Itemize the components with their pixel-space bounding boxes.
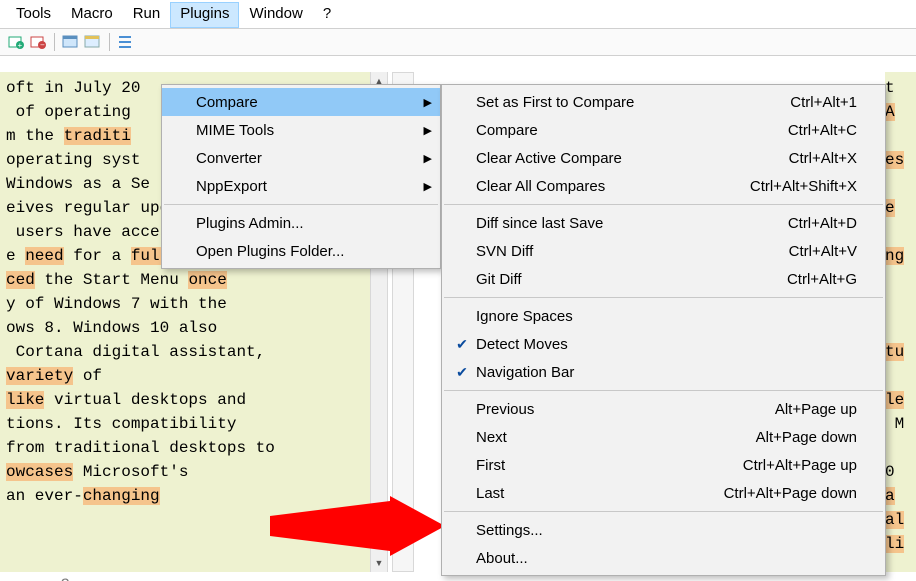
compare-item-first[interactable]: FirstCtrl+Alt+Page up (442, 451, 885, 479)
compare-item-detect-moves[interactable]: ✔Detect Moves (442, 330, 885, 358)
compare-item-git-diff[interactable]: Git DiffCtrl+Alt+G (442, 265, 885, 293)
toolbar-icon-window1[interactable] (61, 32, 81, 52)
menu-macro[interactable]: Macro (61, 2, 123, 28)
menubar: Tools Macro Run Plugins Window ? (0, 0, 916, 28)
plugins-item-plugins-admin[interactable]: Plugins Admin... (162, 209, 440, 237)
menu-window[interactable]: Window (239, 2, 312, 28)
compare-item-about[interactable]: About... (442, 544, 885, 572)
menu-plugins[interactable]: Plugins (170, 2, 239, 28)
compare-item-set-as-first-to-compare[interactable]: Set as First to CompareCtrl+Alt+1 (442, 88, 885, 116)
svg-text:−: − (40, 41, 45, 50)
plugins-dropdown: Compare▶MIME Tools▶Converter▶NppExport▶ P… (161, 84, 441, 269)
toolbar-icon-window2[interactable] (83, 32, 103, 52)
editor-area: oft in July 20 of operating m the tradit… (0, 56, 916, 581)
plugins-item-compare[interactable]: Compare▶ (162, 88, 440, 116)
plugins-item-open-plugins-folder[interactable]: Open Plugins Folder... (162, 237, 440, 265)
toolbar-icon-remove[interactable]: − (28, 32, 48, 52)
compare-item-ignore-spaces[interactable]: Ignore Spaces (442, 302, 885, 330)
toolbar-sep2 (109, 33, 110, 51)
compare-item-clear-all-compares[interactable]: Clear All ComparesCtrl+Alt+Shift+X (442, 172, 885, 200)
plugins-item-converter[interactable]: Converter▶ (162, 144, 440, 172)
toolbar-icon-add[interactable]: + (6, 32, 26, 52)
menu-tools[interactable]: Tools (6, 2, 61, 28)
compare-item-clear-active-compare[interactable]: Clear Active CompareCtrl+Alt+X (442, 144, 885, 172)
toolbar-sep (54, 33, 55, 51)
compare-item-diff-since-last-save[interactable]: Diff since last SaveCtrl+Alt+D (442, 209, 885, 237)
menu-help[interactable]: ? (313, 2, 341, 28)
toolbar: + − (0, 28, 916, 56)
scroll-down-icon[interactable]: ▼ (371, 554, 387, 572)
compare-item-compare[interactable]: CompareCtrl+Alt+C (442, 116, 885, 144)
line-number: 2 (44, 576, 70, 581)
compare-item-navigation-bar[interactable]: ✔Navigation Bar (442, 358, 885, 386)
menu-run[interactable]: Run (123, 2, 171, 28)
compare-item-next[interactable]: NextAlt+Page down (442, 423, 885, 451)
editor-pane-right[interactable]: t Aesengtule M0 aalliste (885, 72, 916, 572)
svg-text:+: + (18, 41, 23, 50)
plugins-item-nppexport[interactable]: NppExport▶ (162, 172, 440, 200)
toolbar-icon-lines[interactable] (116, 32, 136, 52)
compare-item-svn-diff[interactable]: SVN DiffCtrl+Alt+V (442, 237, 885, 265)
compare-submenu: Set as First to CompareCtrl+Alt+1Compare… (441, 84, 886, 576)
compare-item-settings[interactable]: Settings... (442, 516, 885, 544)
compare-item-last[interactable]: LastCtrl+Alt+Page down (442, 479, 885, 507)
compare-item-previous[interactable]: PreviousAlt+Page up (442, 395, 885, 423)
plugins-item-mime-tools[interactable]: MIME Tools▶ (162, 116, 440, 144)
